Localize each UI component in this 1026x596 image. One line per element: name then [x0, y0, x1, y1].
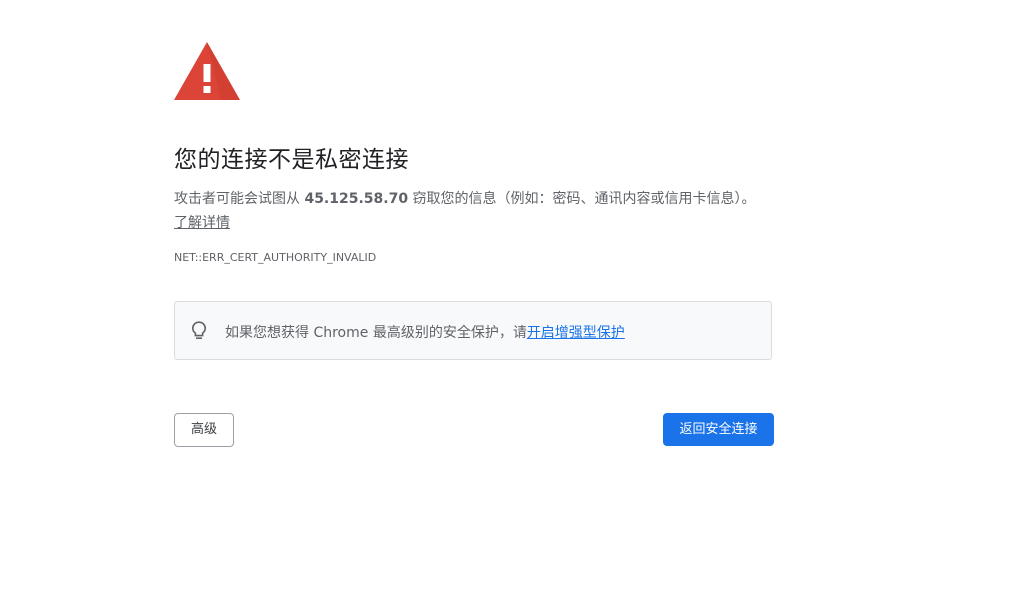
enhanced-protection-link[interactable]: 开启增强型保护 — [527, 325, 625, 341]
page-title: 您的连接不是私密连接 — [174, 147, 409, 173]
learn-more-link[interactable]: 了解详情 — [174, 215, 230, 231]
advanced-button[interactable]: 高级 — [174, 413, 234, 447]
protection-message: 如果您想获得 Chrome 最高级别的安全保护，请开启增强型保护 — [225, 322, 625, 342]
protection-text: 如果您想获得 Chrome 最高级别的安全保护，请 — [225, 325, 527, 341]
enhanced-protection-box: 如果您想获得 Chrome 最高级别的安全保护，请开启增强型保护 — [174, 301, 772, 360]
ip-address: 45.125.58.70 — [304, 191, 409, 207]
back-to-safety-button[interactable]: 返回安全连接 — [663, 413, 774, 446]
lightbulb-icon — [191, 321, 207, 339]
interstitial-page: 您的连接不是私密连接 攻击者可能会试图从 45.125.58.70 窃取您的信息… — [0, 0, 1026, 596]
explanation-before-ip: 攻击者可能会试图从 — [174, 191, 305, 207]
explanation-text: 攻击者可能会试图从 45.125.58.70 窃取您的信息（例如：密码、通讯内容… — [174, 187, 759, 235]
warning-triangle-icon — [174, 42, 240, 100]
explanation-after-ip: 窃取您的信息（例如：密码、通讯内容或信用卡信息）。 — [408, 191, 756, 207]
error-code: NET::ERR_CERT_AUTHORITY_INVALID — [174, 251, 377, 264]
